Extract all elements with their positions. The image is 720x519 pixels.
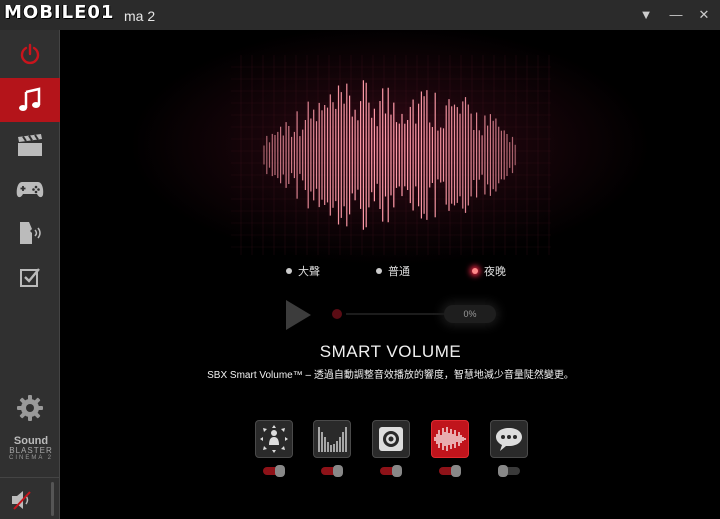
- feature-smart-volume-button[interactable]: [431, 420, 469, 458]
- feature-title: SMART VOLUME: [319, 342, 462, 361]
- mode-loud-radio[interactable]: [286, 268, 292, 274]
- logo-line-2: BLASTER: [9, 446, 53, 455]
- sound-blaster-logo: Sound BLASTER CINEMA 2: [8, 436, 54, 462]
- smart-volume-icon: [434, 427, 466, 451]
- mode-normal-label: 普通: [388, 266, 410, 278]
- volume-slider[interactable]: [51, 482, 54, 516]
- feature-bass-toggle[interactable]: [380, 465, 402, 477]
- sidebar-item-tasks[interactable]: [0, 255, 60, 299]
- watermark: MOBILE01: [4, 2, 115, 23]
- mode-loud[interactable]: 大聲: [286, 263, 320, 279]
- feature-description: SBX Smart Volume™ – 透過自動調整音效播放的響度，智慧地減少音…: [207, 370, 574, 381]
- feature-crystalizer-button[interactable]: [313, 420, 351, 458]
- mode-loud-label: 大聲: [298, 266, 320, 278]
- waveform-bars: [263, 80, 516, 230]
- mode-night-radio[interactable]: [472, 268, 478, 274]
- bass-speaker-icon: [379, 427, 403, 451]
- close-button[interactable]: ✕: [694, 6, 714, 24]
- settings-button[interactable]: [0, 386, 60, 430]
- gear-icon: [17, 395, 43, 421]
- sidebar: Sound BLASTER CINEMA 2: [0, 30, 60, 519]
- progress-label: 0%: [444, 305, 496, 323]
- music-note-icon: [19, 87, 41, 111]
- minimize-button[interactable]: —: [666, 6, 686, 24]
- power-icon: [20, 43, 40, 65]
- record-indicator: [332, 309, 342, 319]
- sidebar-item-movies[interactable]: [0, 123, 60, 167]
- speaker-muted-icon: [12, 491, 31, 510]
- clapperboard-icon: [18, 134, 42, 156]
- feature-smart-volume-toggle[interactable]: [439, 465, 461, 477]
- main-panel: 大聲 普通 夜晚 0% SMART VOLUME SBX Smart Volum…: [61, 30, 720, 519]
- feature-bass-button[interactable]: [372, 420, 410, 458]
- play-icon[interactable]: [283, 298, 313, 332]
- dialog-plus-icon: [496, 428, 522, 451]
- sidebar-item-power[interactable]: [0, 32, 60, 76]
- crystalizer-icon: [318, 427, 347, 452]
- checkbox-icon: [20, 268, 40, 287]
- feature-dialog-button[interactable]: [490, 420, 528, 458]
- mode-night[interactable]: 夜晚: [472, 263, 506, 279]
- feature-dialog-toggle[interactable]: [498, 465, 520, 477]
- logo-line-3: CINEMA 2: [8, 455, 53, 461]
- mode-normal[interactable]: 普通: [376, 263, 410, 279]
- feature-surround-button[interactable]: [255, 420, 293, 458]
- dropdown-button[interactable]: ▼: [636, 6, 656, 24]
- sidebar-item-music[interactable]: [0, 78, 60, 122]
- volume-button[interactable]: [0, 478, 44, 519]
- surround-icon: [260, 425, 288, 453]
- mode-night-label: 夜晚: [484, 266, 506, 278]
- title-bar: MOBILE01 ma 2 ▼ — ✕: [0, 0, 720, 30]
- feature-surround-toggle[interactable]: [263, 465, 285, 477]
- sidebar-item-voice[interactable]: [0, 211, 60, 255]
- gamepad-icon: [16, 182, 44, 198]
- feature-crystalizer-toggle[interactable]: [321, 465, 343, 477]
- mode-normal-radio[interactable]: [376, 268, 382, 274]
- sidebar-item-games[interactable]: [0, 167, 60, 211]
- playback-track[interactable]: [346, 313, 446, 315]
- waveform-visualization: [231, 55, 551, 255]
- voice-icon: [20, 222, 41, 244]
- app-title: ma 2: [124, 8, 156, 24]
